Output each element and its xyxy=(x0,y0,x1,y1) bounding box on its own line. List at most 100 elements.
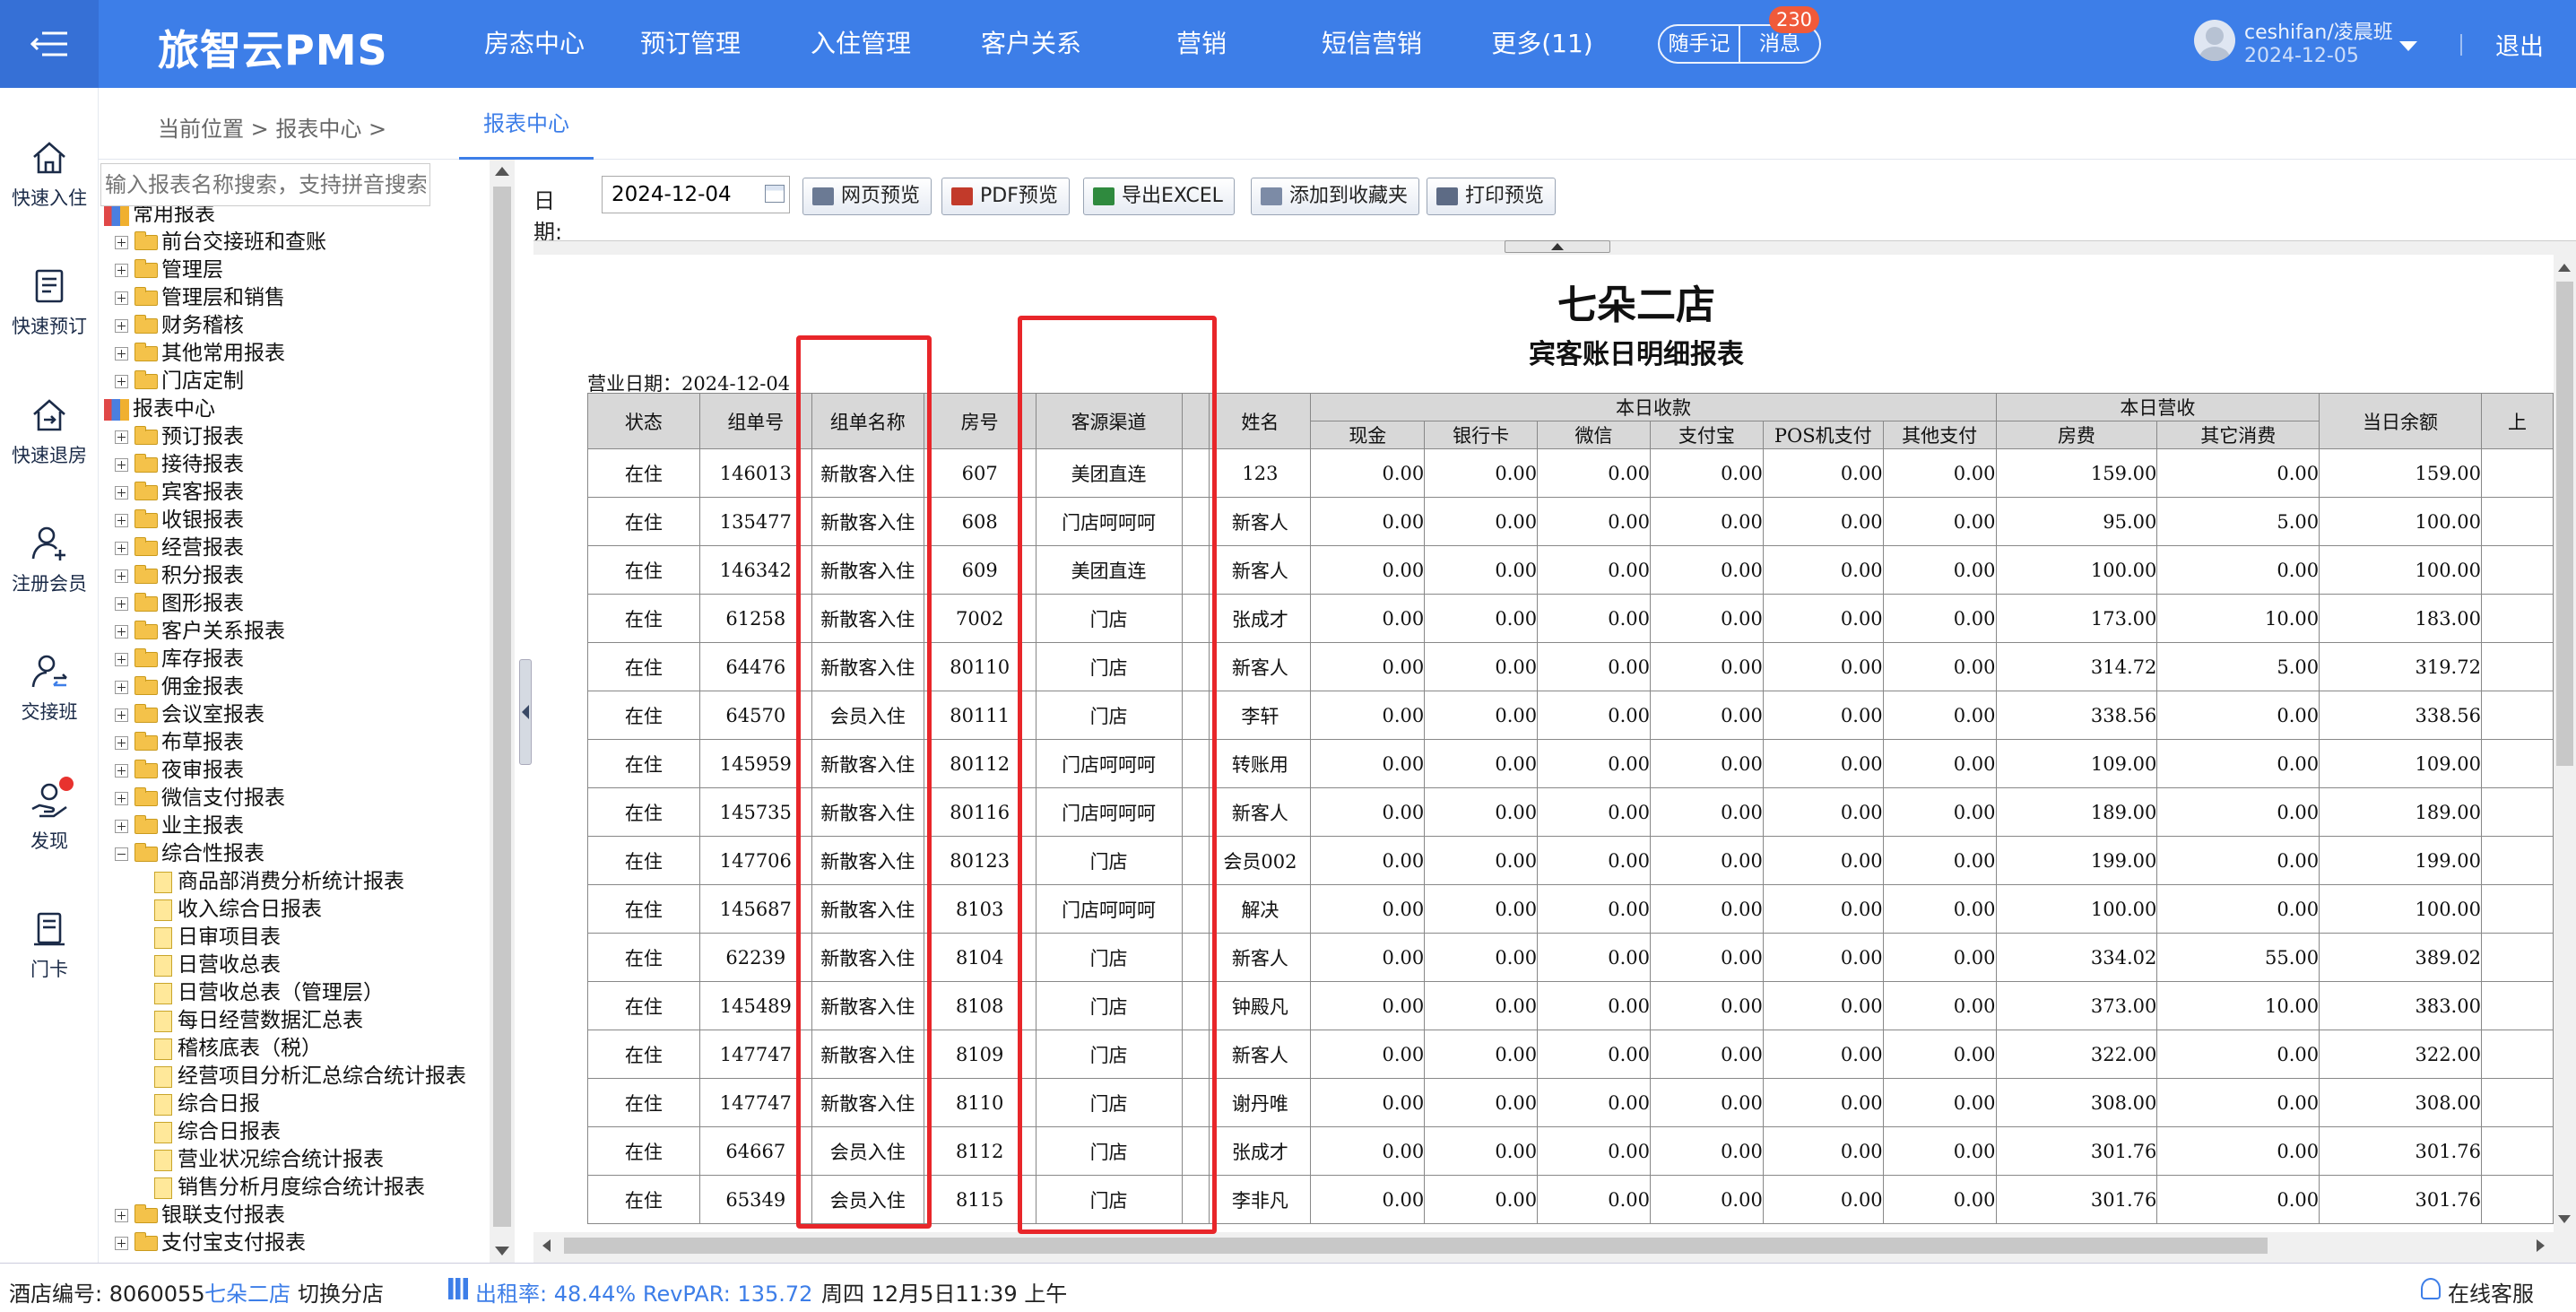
expand-icon[interactable] xyxy=(115,291,128,305)
expand-icon[interactable] xyxy=(115,486,128,500)
tree-node[interactable]: 预订报表 xyxy=(115,423,244,451)
rail-quick-booking[interactable]: 快速预订 xyxy=(0,265,99,373)
tree-node[interactable]: 商品部消费分析统计报表 xyxy=(154,868,404,896)
scroll-left-icon[interactable] xyxy=(542,1239,551,1252)
nav-reservations[interactable]: 预订管理 xyxy=(605,0,776,88)
viewer-collapse-grip[interactable] xyxy=(1505,240,1610,253)
date-input[interactable] xyxy=(602,176,790,213)
tree-node[interactable]: 综合性报表 xyxy=(115,840,265,868)
expand-icon[interactable] xyxy=(115,514,128,527)
tree-node[interactable]: 综合日报 xyxy=(154,1090,260,1118)
tree-node[interactable]: 布草报表 xyxy=(115,729,244,757)
tree-node[interactable]: 管理层 xyxy=(115,256,223,284)
nav-checkin[interactable]: 入住管理 xyxy=(776,0,946,88)
tree-node[interactable]: 综合日报表 xyxy=(154,1118,281,1146)
expand-icon[interactable] xyxy=(115,319,128,333)
scroll-up-icon[interactable] xyxy=(495,167,509,176)
tree-node[interactable]: 其他常用报表 xyxy=(115,340,285,368)
tree-node[interactable]: 库存报表 xyxy=(115,646,244,673)
avatar[interactable] xyxy=(2194,20,2235,61)
tree-node[interactable]: 财务稽核 xyxy=(115,312,244,340)
menu-toggle-icon[interactable] xyxy=(0,0,99,88)
user-name[interactable]: ceshifan/凌晨班 xyxy=(2244,16,2393,45)
tree-node[interactable]: 日审项目表 xyxy=(154,924,281,951)
tree-node[interactable]: 每日经营数据汇总表 xyxy=(154,1007,363,1035)
scroll-down-icon[interactable] xyxy=(495,1247,509,1256)
expand-icon[interactable] xyxy=(115,542,128,555)
expand-icon[interactable] xyxy=(115,625,128,639)
expand-icon[interactable] xyxy=(115,653,128,666)
tree-node[interactable]: 宾客报表 xyxy=(115,479,244,507)
report-search-input[interactable] xyxy=(100,163,430,206)
logout-button[interactable]: 退出 xyxy=(2495,27,2544,62)
tree-node[interactable]: 收入综合日报表 xyxy=(154,896,322,924)
expand-icon[interactable] xyxy=(115,792,128,805)
expand-icon[interactable] xyxy=(115,264,128,277)
rail-room-card[interactable]: 门卡 xyxy=(0,908,99,1016)
expand-icon[interactable] xyxy=(115,569,128,583)
expand-icon[interactable] xyxy=(115,820,128,833)
tree-node[interactable]: 支付宝支付报表 xyxy=(115,1229,306,1257)
scroll-thumb[interactable] xyxy=(493,187,511,1227)
expand-icon[interactable] xyxy=(115,681,128,694)
nav-crm[interactable]: 客户关系 xyxy=(946,0,1116,88)
quick-note-button[interactable]: 随手记 xyxy=(1658,24,1740,64)
expand-icon[interactable] xyxy=(115,1209,128,1222)
panel-collapse-handle[interactable] xyxy=(519,659,532,765)
tree-node[interactable]: 管理层和销售 xyxy=(115,284,285,312)
report-horizontal-scrollbar[interactable] xyxy=(533,1232,2554,1259)
expand-icon[interactable] xyxy=(115,736,128,750)
rail-register-member[interactable]: 注册会员 xyxy=(0,523,99,630)
scroll-thumb[interactable] xyxy=(564,1238,2268,1254)
export-excel-button[interactable]: 导出EXCEL xyxy=(1083,178,1235,215)
tree-node[interactable]: 报表中心 xyxy=(104,395,215,423)
tree-node[interactable]: 客户关系报表 xyxy=(115,618,285,646)
tree-node[interactable]: 前台交接班和查账 xyxy=(115,229,326,256)
calendar-icon[interactable] xyxy=(765,185,785,203)
hotel-name-link[interactable]: 七朵二店 xyxy=(204,1276,291,1308)
collapse-icon[interactable] xyxy=(115,847,128,861)
print-preview-button[interactable]: 打印预览 xyxy=(1427,178,1557,215)
switch-branch-link[interactable]: 切换分店 xyxy=(298,1276,384,1308)
tree-node[interactable]: 夜审报表 xyxy=(115,757,244,785)
rail-quick-checkout[interactable]: 快速退房 xyxy=(0,395,99,502)
tree-node[interactable]: 销售分析月度综合统计报表 xyxy=(154,1174,425,1202)
tree-node[interactable]: 门店定制 xyxy=(115,368,244,395)
scroll-up-icon[interactable] xyxy=(2558,264,2571,272)
scroll-down-icon[interactable] xyxy=(2558,1215,2571,1223)
tree-scrollbar[interactable] xyxy=(490,160,515,1263)
expand-icon[interactable] xyxy=(115,764,128,778)
tree-node[interactable]: 会议室报表 xyxy=(115,701,265,729)
rail-shift-handover[interactable]: 交接班 xyxy=(0,651,99,759)
tree-node[interactable]: 业主报表 xyxy=(115,812,244,840)
tab-report-center[interactable]: 报表中心 xyxy=(459,88,594,160)
tree-node[interactable]: 收银报表 xyxy=(115,507,244,534)
add-to-favorites-button[interactable]: 添加到收藏夹 xyxy=(1251,178,1420,215)
scroll-right-icon[interactable] xyxy=(2537,1239,2545,1252)
expand-icon[interactable] xyxy=(115,1237,128,1250)
nav-marketing[interactable]: 营销 xyxy=(1116,0,1287,88)
expand-icon[interactable] xyxy=(115,347,128,361)
expand-icon[interactable] xyxy=(115,458,128,472)
tree-node[interactable]: 积分报表 xyxy=(115,562,244,590)
expand-icon[interactable] xyxy=(115,708,128,722)
web-preview-button[interactable]: 网页预览 xyxy=(802,178,932,215)
tree-node[interactable]: 日营收总表（管理层） xyxy=(154,979,384,1007)
scroll-thumb[interactable] xyxy=(2556,282,2573,766)
tree-node[interactable]: 银联支付报表 xyxy=(115,1202,285,1229)
tree-node[interactable]: 稽核底表（税） xyxy=(154,1035,322,1063)
expand-icon[interactable] xyxy=(115,597,128,611)
expand-icon[interactable] xyxy=(115,236,128,249)
nav-sms-marketing[interactable]: 短信营销 xyxy=(1287,0,1457,88)
nav-more[interactable]: 更多(11) xyxy=(1457,0,1627,88)
tree-node[interactable]: 图形报表 xyxy=(115,590,244,618)
report-vertical-scrollbar[interactable] xyxy=(2554,255,2576,1232)
online-service-link[interactable]: 在线客服 xyxy=(2448,1276,2534,1308)
expand-icon[interactable] xyxy=(115,375,128,388)
rail-quick-checkin[interactable]: 快速入住 xyxy=(0,137,99,245)
chevron-down-icon[interactable] xyxy=(2399,41,2417,51)
tree-node[interactable]: 经营项目分析汇总综合统计报表 xyxy=(154,1063,466,1090)
rail-discover[interactable]: 发现 xyxy=(0,777,99,888)
tree-node[interactable]: 日营收总表 xyxy=(154,951,281,979)
nav-room-status[interactable]: 房态中心 xyxy=(484,0,605,88)
